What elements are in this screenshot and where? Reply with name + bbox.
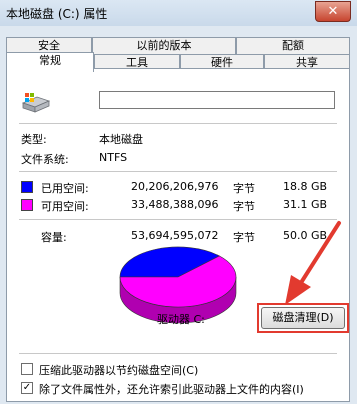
filesystem-label: 文件系统: <box>21 153 69 166</box>
hard-drive-icon <box>21 93 51 113</box>
free-space-bytes: 33,488,388,096 <box>131 198 219 211</box>
compress-checkbox[interactable] <box>21 363 33 375</box>
capacity-label: 容量: <box>41 231 67 244</box>
red-arrow-annotation <box>285 221 341 305</box>
tab-quota[interactable]: 配额 <box>236 37 350 54</box>
used-space-size: 18.8 GB <box>283 180 328 193</box>
drive-label: 驱动器 C: <box>157 313 205 326</box>
tab-previous-versions[interactable]: 以前的版本 <box>92 37 236 54</box>
used-space-unit: 字节 <box>233 182 255 195</box>
general-panel: 类型: 本地磁盘 文件系统: NTFS 已用空间: 20,206,206,976… <box>6 68 350 402</box>
free-space-swatch <box>21 199 33 211</box>
free-space-unit: 字节 <box>233 200 255 213</box>
divider <box>19 123 337 124</box>
compress-checkbox-label: 压缩此驱动器以节约磁盘空间(C) <box>39 364 199 377</box>
type-label: 类型: <box>21 133 47 146</box>
divider <box>19 353 337 354</box>
close-button[interactable]: ✕ <box>315 1 351 22</box>
free-space-label: 可用空间: <box>41 200 89 213</box>
used-space-bytes: 20,206,206,976 <box>131 180 219 193</box>
filesystem-value: NTFS <box>99 151 128 164</box>
index-checkbox-label: 除了文件属性外，还允许索引此驱动器上文件的内容(I) <box>39 383 304 396</box>
window-title: 本地磁盘 (C:) 属性 <box>6 7 108 21</box>
divider <box>19 171 337 172</box>
disk-cleanup-button[interactable]: 磁盘清理(D) <box>261 307 345 329</box>
used-space-label: 已用空间: <box>41 182 89 195</box>
tab-general[interactable]: 常规 <box>6 52 94 72</box>
type-value: 本地磁盘 <box>99 133 143 146</box>
used-space-swatch <box>21 181 33 193</box>
free-space-size: 31.1 GB <box>283 198 328 211</box>
title-bar: 本地磁盘 (C:) 属性 ✕ <box>0 0 357 26</box>
index-checkbox[interactable]: ✓ <box>21 382 33 394</box>
drive-name-input[interactable] <box>99 91 335 109</box>
